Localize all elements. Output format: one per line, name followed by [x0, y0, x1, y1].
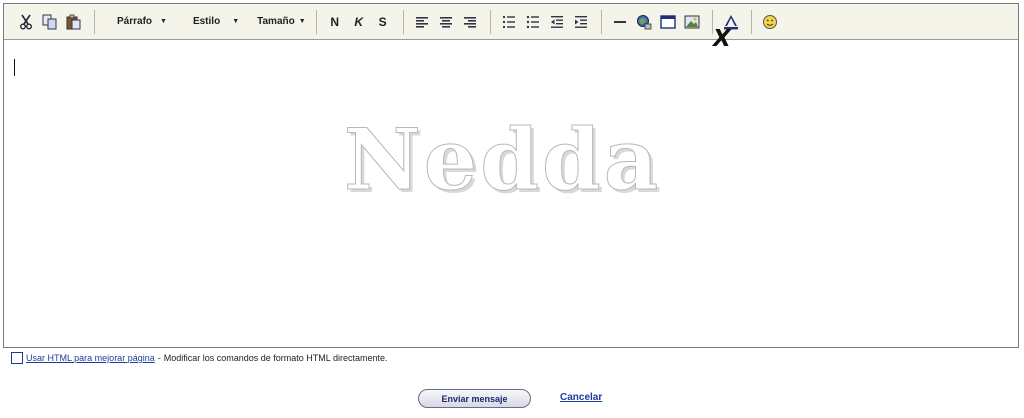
- strikethrough-button[interactable]: S: [373, 11, 393, 33]
- html-option-separator: -: [157, 353, 161, 363]
- strikethrough-button-label: S: [378, 14, 387, 29]
- toolbar-separator: [94, 9, 95, 34]
- send-message-button[interactable]: Enviar mensaje: [418, 389, 531, 408]
- cancel-link[interactable]: Cancelar: [560, 392, 602, 403]
- html-option-description: Modificar los comandos de formato HTML d…: [163, 353, 388, 363]
- horizontal-rule-icon[interactable]: [610, 11, 630, 33]
- bullet-list-icon[interactable]: [523, 11, 543, 33]
- paragraph-dropdown-label: Párrafo: [117, 16, 153, 27]
- align-center-icon[interactable]: [436, 11, 456, 33]
- bold-button-label: N: [330, 14, 339, 29]
- numbered-list-icon[interactable]: [499, 11, 519, 33]
- link-icon[interactable]: [634, 11, 654, 33]
- style-dropdown[interactable]: Estilo ▼: [193, 16, 239, 27]
- image-icon[interactable]: [682, 11, 702, 33]
- nedda-watermark: Nedda: [343, 110, 662, 209]
- toolbar-separator: [600, 9, 602, 34]
- rich-text-editor: Párrafo ▼ Estilo ▼ Tamaño ▼ N K S Nedda …: [3, 3, 1019, 348]
- text-caret: [14, 59, 15, 76]
- editor-toolbar: Párrafo ▼ Estilo ▼ Tamaño ▼ N K S: [4, 4, 1018, 40]
- paragraph-dropdown[interactable]: Párrafo ▼: [117, 16, 167, 27]
- cut-icon[interactable]: [16, 11, 36, 33]
- chevron-down-icon: ▼: [232, 18, 240, 25]
- toolbar-separator: [750, 9, 752, 34]
- size-dropdown[interactable]: Tamaño ▼: [257, 16, 306, 27]
- italic-button[interactable]: K: [349, 11, 369, 33]
- x-mark-icon: X: [713, 26, 731, 52]
- html-mode-option: Usar HTML para mejorar página - Modifica…: [11, 350, 387, 366]
- use-html-checkbox[interactable]: [11, 352, 23, 364]
- emoticon-icon[interactable]: [760, 11, 780, 33]
- chevron-down-icon: ▼: [298, 18, 306, 25]
- outdent-icon[interactable]: [547, 11, 567, 33]
- message-body-input[interactable]: Nedda: [4, 40, 1018, 347]
- italic-button-label: K: [354, 14, 363, 29]
- form-actions: Enviar mensaje Cancelar: [0, 389, 1024, 409]
- style-dropdown-label: Estilo: [192, 16, 221, 27]
- size-dropdown-label: Tamaño: [257, 16, 295, 27]
- paste-icon[interactable]: [64, 11, 84, 33]
- toolbar-separator: [315, 9, 317, 34]
- copy-icon[interactable]: [40, 11, 60, 33]
- bold-button[interactable]: N: [325, 11, 345, 33]
- toolbar-separator: [489, 9, 491, 34]
- align-left-icon[interactable]: [412, 11, 432, 33]
- use-html-link[interactable]: Usar HTML para mejorar página: [26, 353, 155, 363]
- chevron-down-icon: ▼: [160, 18, 167, 25]
- table-icon[interactable]: [658, 11, 678, 33]
- toolbar-separator: [402, 9, 404, 34]
- align-right-icon[interactable]: [460, 11, 480, 33]
- indent-icon[interactable]: [571, 11, 591, 33]
